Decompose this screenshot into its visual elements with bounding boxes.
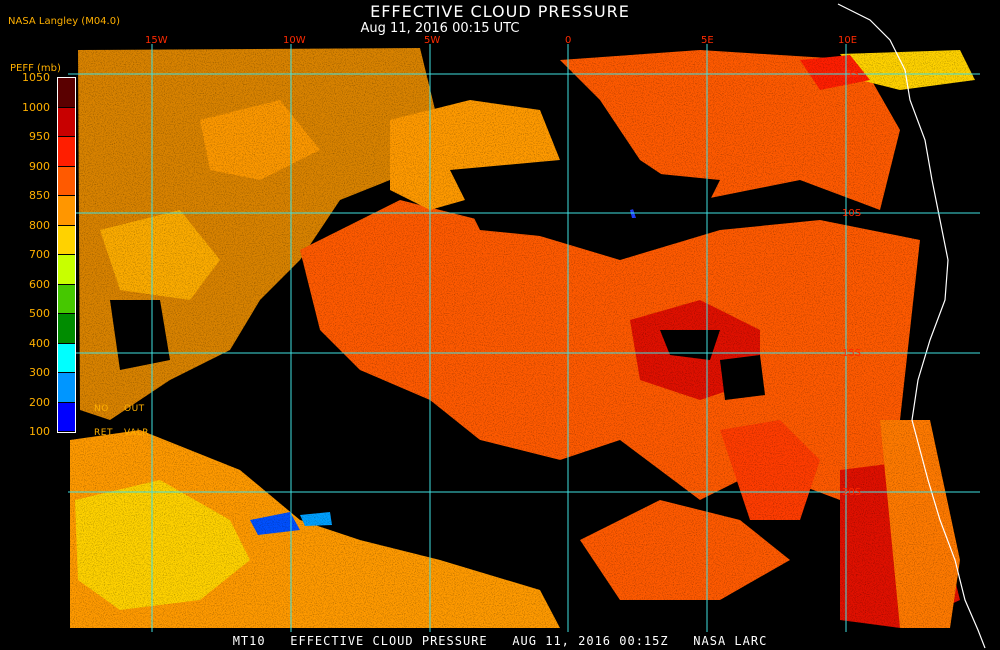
legend-swatch bbox=[58, 225, 75, 255]
lat-label: 20S bbox=[842, 487, 861, 498]
legend-swatch bbox=[58, 166, 75, 196]
legend-value-label: 300 bbox=[29, 366, 50, 379]
legend-swatch bbox=[58, 373, 75, 403]
lon-label: 5E bbox=[701, 35, 714, 46]
legend-value-label: 400 bbox=[29, 336, 50, 350]
legend-value-label: 850 bbox=[29, 189, 50, 202]
legend-swatch bbox=[58, 284, 75, 314]
out-of-range-label: OUT bbox=[124, 404, 145, 414]
legend-swatch bbox=[58, 343, 75, 373]
legend-value-label: 900 bbox=[29, 159, 50, 173]
lon-label: 0 bbox=[565, 35, 571, 46]
legend-value-label: 950 bbox=[29, 130, 50, 143]
page-title: EFFECTIVE CLOUD PRESSURE bbox=[370, 2, 630, 21]
lon-label: 15W bbox=[145, 35, 168, 46]
legend-value-label: 800 bbox=[29, 218, 50, 232]
no-retrieval-label: RET bbox=[94, 428, 113, 438]
legend-swatch bbox=[58, 137, 75, 167]
legend-swatch bbox=[58, 78, 75, 108]
legend-value-label: 600 bbox=[29, 277, 50, 291]
cloud-texture bbox=[68, 44, 980, 632]
cloud-pressure-map: 15W 10W 5W 0 5E 10E 5S 10S 15S 20S bbox=[68, 3, 986, 649]
legend-value-label: 100 bbox=[29, 425, 50, 438]
lon-label: 10W bbox=[283, 35, 306, 46]
color-scale-bar bbox=[57, 77, 76, 433]
out-of-range-label: VALR bbox=[124, 428, 150, 438]
timestamp: Aug 11, 2016 00:15 UTC bbox=[360, 21, 520, 36]
lat-label: 5S bbox=[846, 69, 859, 80]
legend-value-label: 1050 bbox=[22, 71, 50, 84]
legend-swatch bbox=[58, 107, 75, 137]
lon-label: 5W bbox=[424, 35, 440, 46]
legend-value-label: 500 bbox=[29, 307, 50, 320]
footer-caption: MT10 EFFECTIVE CLOUD PRESSURE AUG 11, 20… bbox=[232, 634, 768, 648]
legend-value-label: 700 bbox=[29, 248, 50, 261]
legend-swatch bbox=[58, 255, 75, 285]
lat-label: 10S bbox=[842, 208, 861, 219]
legend-swatch bbox=[58, 196, 75, 226]
legend-swatch bbox=[58, 314, 75, 344]
legend-value-label: 1000 bbox=[22, 100, 50, 114]
no-retrieval-label: NO bbox=[94, 404, 109, 414]
legend-value-label: 200 bbox=[29, 395, 50, 409]
legend-swatch bbox=[58, 402, 75, 432]
lat-label: 15S bbox=[842, 348, 861, 359]
lon-label: 10E bbox=[838, 35, 857, 46]
